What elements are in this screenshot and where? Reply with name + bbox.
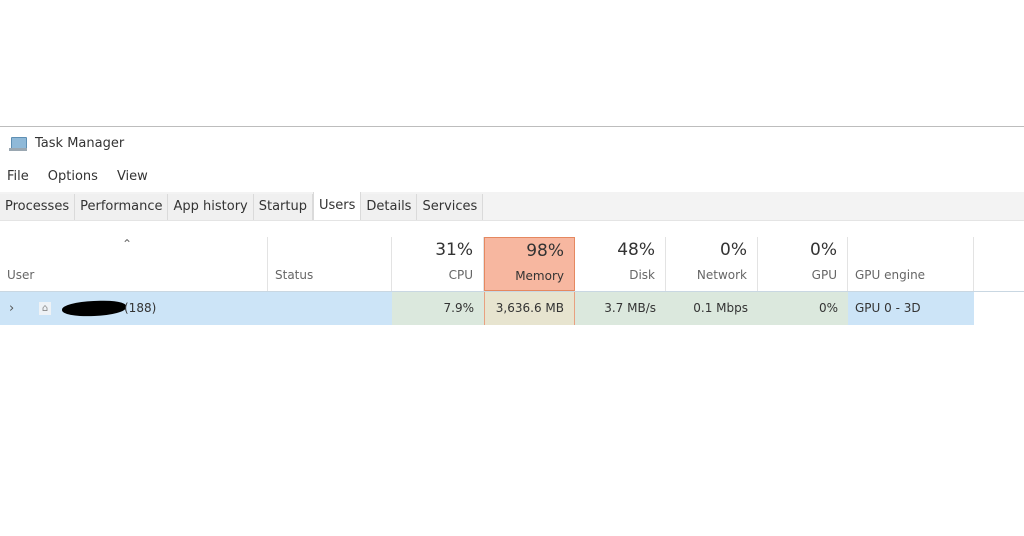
- window-title: Task Manager: [35, 136, 125, 151]
- tab-details[interactable]: Details: [361, 194, 418, 220]
- title-bar: Task Manager: [0, 127, 1024, 160]
- tab-performance[interactable]: Performance: [75, 194, 169, 220]
- memory-total-percent: 98%: [526, 241, 564, 261]
- column-header: ⌃ User Status 31% CPU 98% Memory 48% Dis…: [0, 237, 1024, 292]
- tab-users[interactable]: Users: [312, 192, 362, 220]
- expand-chevron-icon[interactable]: ›: [9, 292, 14, 325]
- user-session-id: (188): [124, 301, 157, 315]
- task-manager-icon: [9, 136, 27, 152]
- user-icon: ⌂: [39, 302, 51, 315]
- disk-total-percent: 48%: [617, 240, 655, 260]
- column-gpu[interactable]: 0% GPU: [758, 237, 848, 291]
- column-user[interactable]: ⌃ User: [0, 237, 268, 291]
- column-status[interactable]: Status: [268, 237, 392, 291]
- tab-processes[interactable]: Processes: [0, 194, 76, 220]
- redacted-username: [61, 299, 127, 318]
- row-gpu: 0%: [758, 292, 848, 325]
- chevron-up-icon: ⌃: [122, 237, 133, 251]
- column-status-label: Status: [275, 268, 314, 282]
- column-disk-label: Disk: [629, 268, 655, 282]
- row-disk: 3.7 MB/s: [575, 292, 666, 325]
- menu-file[interactable]: File: [7, 169, 29, 184]
- column-cpu[interactable]: 31% CPU: [392, 237, 484, 291]
- column-memory-label: Memory: [515, 269, 564, 283]
- column-gpu-engine-label: GPU engine: [855, 268, 926, 282]
- column-gpu-engine[interactable]: GPU engine: [848, 237, 974, 291]
- menu-options[interactable]: Options: [48, 169, 98, 184]
- network-total-percent: 0%: [720, 240, 747, 260]
- gpu-total-percent: 0%: [810, 240, 837, 260]
- column-memory[interactable]: 98% Memory: [484, 237, 575, 291]
- tab-bar: Processes Performance App history Startu…: [0, 192, 1024, 221]
- column-network[interactable]: 0% Network: [666, 237, 758, 291]
- column-gpu-label: GPU: [811, 268, 837, 282]
- row-cpu: 7.9%: [392, 292, 484, 325]
- tab-services[interactable]: Services: [417, 194, 484, 220]
- task-manager-window: Task Manager File Options View Processes…: [0, 126, 1024, 337]
- menu-view[interactable]: View: [117, 169, 148, 184]
- tab-app-history[interactable]: App history: [168, 194, 254, 220]
- table-row[interactable]: › ⌂ (188) 7.9% 3,636.6 MB 3.7 MB/s 0.1 M…: [0, 292, 974, 325]
- cpu-total-percent: 31%: [435, 240, 473, 260]
- row-status: [268, 292, 392, 325]
- column-network-label: Network: [696, 268, 747, 282]
- tab-startup[interactable]: Startup: [253, 194, 313, 220]
- row-memory: 3,636.6 MB: [484, 292, 575, 325]
- column-cpu-label: CPU: [448, 268, 473, 282]
- column-user-label: User: [7, 268, 35, 282]
- column-disk[interactable]: 48% Disk: [575, 237, 666, 291]
- row-gpu-engine: GPU 0 - 3D: [855, 301, 921, 315]
- row-network: 0.1 Mbps: [666, 292, 758, 325]
- menu-bar: File Options View: [0, 164, 160, 188]
